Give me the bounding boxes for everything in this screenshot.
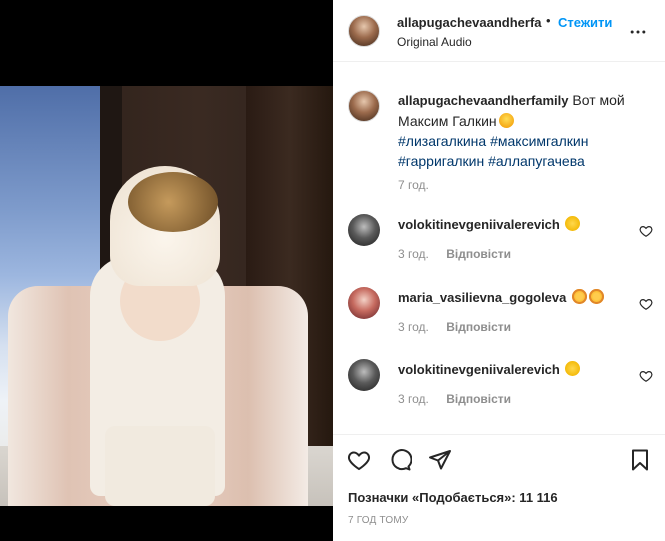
- astonished-emoji-icon: [498, 113, 514, 128]
- comment-text: volokitinevgeniivalerevich: [398, 361, 581, 377]
- hat-pompom: [128, 172, 218, 232]
- comment-username[interactable]: volokitinevgeniivalerevich: [398, 217, 560, 232]
- comment-icon[interactable]: [388, 448, 412, 472]
- caption-hashtags-2[interactable]: #гарригалкин #аллапугачева: [398, 153, 585, 169]
- instagram-post: allapugachevaandherfa • Стежити Original…: [0, 0, 665, 541]
- post-side-panel: allapugachevaandherfa • Стежити Original…: [333, 0, 665, 541]
- media-pane: [0, 0, 333, 541]
- comment-avatar[interactable]: [348, 287, 380, 319]
- comment-avatar[interactable]: [348, 214, 380, 246]
- post-actions: Позначки «Подобається»: 11 116 7 ГОД ТОМ…: [333, 434, 665, 541]
- follow-button[interactable]: Стежити: [558, 15, 612, 30]
- reply-button[interactable]: Відповісти: [446, 247, 511, 261]
- comment-time[interactable]: 3 год.: [398, 392, 429, 406]
- comment-avatar[interactable]: [348, 359, 380, 391]
- heart-icon[interactable]: [639, 369, 653, 383]
- heart-icon[interactable]: [639, 297, 653, 311]
- caption-hashtags-1[interactable]: #лизагалкина #максимгалкин: [398, 133, 588, 149]
- child-legs: [105, 426, 215, 506]
- bookmark-icon[interactable]: [628, 448, 652, 472]
- comment-meta: 3 год. Відповісти: [398, 247, 511, 261]
- likes-count[interactable]: Позначки «Подобається»: 11 116: [348, 490, 558, 505]
- share-icon[interactable]: [428, 448, 452, 472]
- caption-time[interactable]: 7 год.: [398, 178, 429, 192]
- post-header: allapugachevaandherfa • Стежити Original…: [333, 0, 665, 62]
- comment-username[interactable]: maria_vasilievna_gogoleva: [398, 290, 566, 305]
- comment-time[interactable]: 3 год.: [398, 247, 429, 261]
- comments-section: allapugachevaandherfamily Вот мой Максим…: [333, 62, 665, 434]
- reply-button[interactable]: Відповісти: [446, 392, 511, 406]
- comment-item: volokitinevgeniivalerevich 3 год. Відпов…: [348, 214, 658, 274]
- comment-meta: 3 год. Відповісти: [398, 392, 511, 406]
- heart-icon[interactable]: [347, 448, 371, 472]
- author-username[interactable]: allapugachevaandherfa: [397, 15, 542, 30]
- post-date[interactable]: 7 ГОД ТОМУ: [348, 515, 408, 526]
- more-horizontal-icon[interactable]: [628, 22, 648, 42]
- star-struck-emoji-icon: [572, 289, 587, 304]
- comment-meta: 3 год. Відповісти: [398, 320, 511, 334]
- author-avatar[interactable]: [348, 15, 380, 47]
- reply-button[interactable]: Відповісти: [446, 320, 511, 334]
- comment-text: volokitinevgeniivalerevich: [398, 216, 581, 232]
- clapping-emoji-icon: [565, 216, 581, 231]
- heart-icon[interactable]: [639, 224, 653, 238]
- comment-item: volokitinevgeniivalerevich 3 год. Відпов…: [348, 359, 658, 419]
- caption-avatar[interactable]: [348, 90, 380, 122]
- clapping-emoji-icon: [565, 361, 581, 376]
- comment-time[interactable]: 3 год.: [398, 320, 429, 334]
- separator-dot: •: [546, 13, 551, 28]
- caption-username[interactable]: allapugachevaandherfamily: [398, 93, 569, 108]
- star-struck-emoji-icon: [589, 289, 604, 304]
- comment-username[interactable]: volokitinevgeniivalerevich: [398, 362, 560, 377]
- caption-body: allapugachevaandherfamily Вот мой Максим…: [398, 90, 648, 171]
- comment-text: maria_vasilievna_gogoleva: [398, 289, 604, 305]
- audio-label[interactable]: Original Audio: [397, 35, 472, 49]
- post-video[interactable]: [0, 86, 333, 506]
- comment-item: maria_vasilievna_gogoleva 3 год. Відпові…: [348, 287, 658, 347]
